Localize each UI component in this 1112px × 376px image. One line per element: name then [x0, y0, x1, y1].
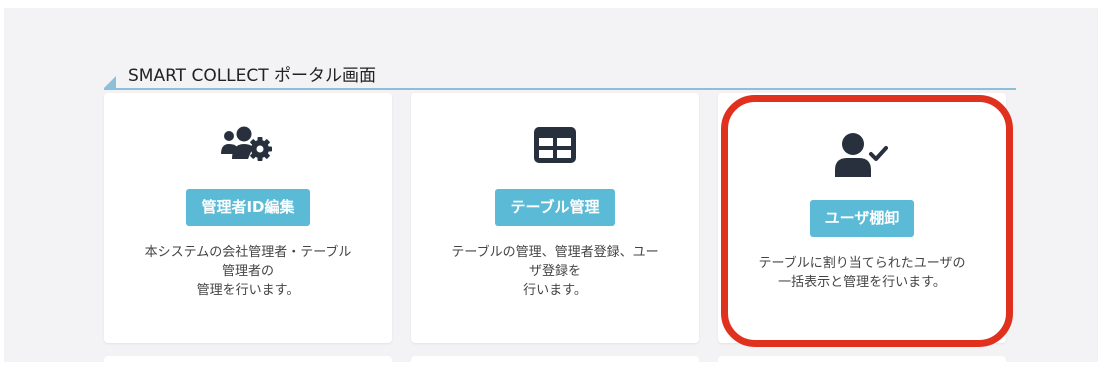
page-title: SMART COLLECT ポータル画面: [128, 66, 377, 86]
desc-line: 管理者の: [221, 264, 274, 279]
section-header: SMART COLLECT ポータル画面: [104, 58, 1016, 90]
header-corner-marker: [104, 76, 116, 88]
card-description: テーブルに割り当てられたユーザの 一括表示と管理を行います。: [736, 254, 988, 292]
card-description: テーブルの管理、管理者登録、ユー ザ登録を 行います。: [429, 243, 681, 300]
next-card-edge: [104, 356, 392, 364]
desc-line: テーブルに割り当てられたユーザの: [758, 256, 966, 271]
desc-line: 一括表示と管理を行います。: [778, 275, 946, 290]
desc-line: 管理を行います。: [196, 283, 300, 298]
user-check-icon: [835, 133, 888, 177]
next-card-edge: [718, 356, 1006, 364]
table-management-button[interactable]: テーブル管理: [495, 189, 615, 226]
desc-line: ザ登録を: [528, 264, 581, 279]
card-description: 本システムの会社管理者・テーブル 管理者の 管理を行います。: [122, 243, 374, 300]
users-gear-icon: [221, 126, 272, 161]
desc-line: 本システムの会社管理者・テーブル: [144, 245, 352, 260]
next-card-edge: [411, 356, 699, 364]
desc-line: 行います。: [523, 283, 587, 298]
card-table-management: テーブル管理 テーブルの管理、管理者登録、ユー ザ登録を 行います。: [411, 93, 699, 343]
admin-id-edit-button[interactable]: 管理者ID編集: [186, 189, 310, 226]
card-user-inventory: ユーザ棚卸 テーブルに割り当てられたユーザの 一括表示と管理を行います。: [718, 93, 1006, 343]
card-admin-id-edit: 管理者ID編集 本システムの会社管理者・テーブル 管理者の 管理を行います。: [104, 93, 392, 343]
desc-line: テーブルの管理、管理者登録、ユー: [451, 245, 659, 260]
table-icon: [534, 127, 576, 163]
user-inventory-button[interactable]: ユーザ棚卸: [809, 200, 915, 237]
